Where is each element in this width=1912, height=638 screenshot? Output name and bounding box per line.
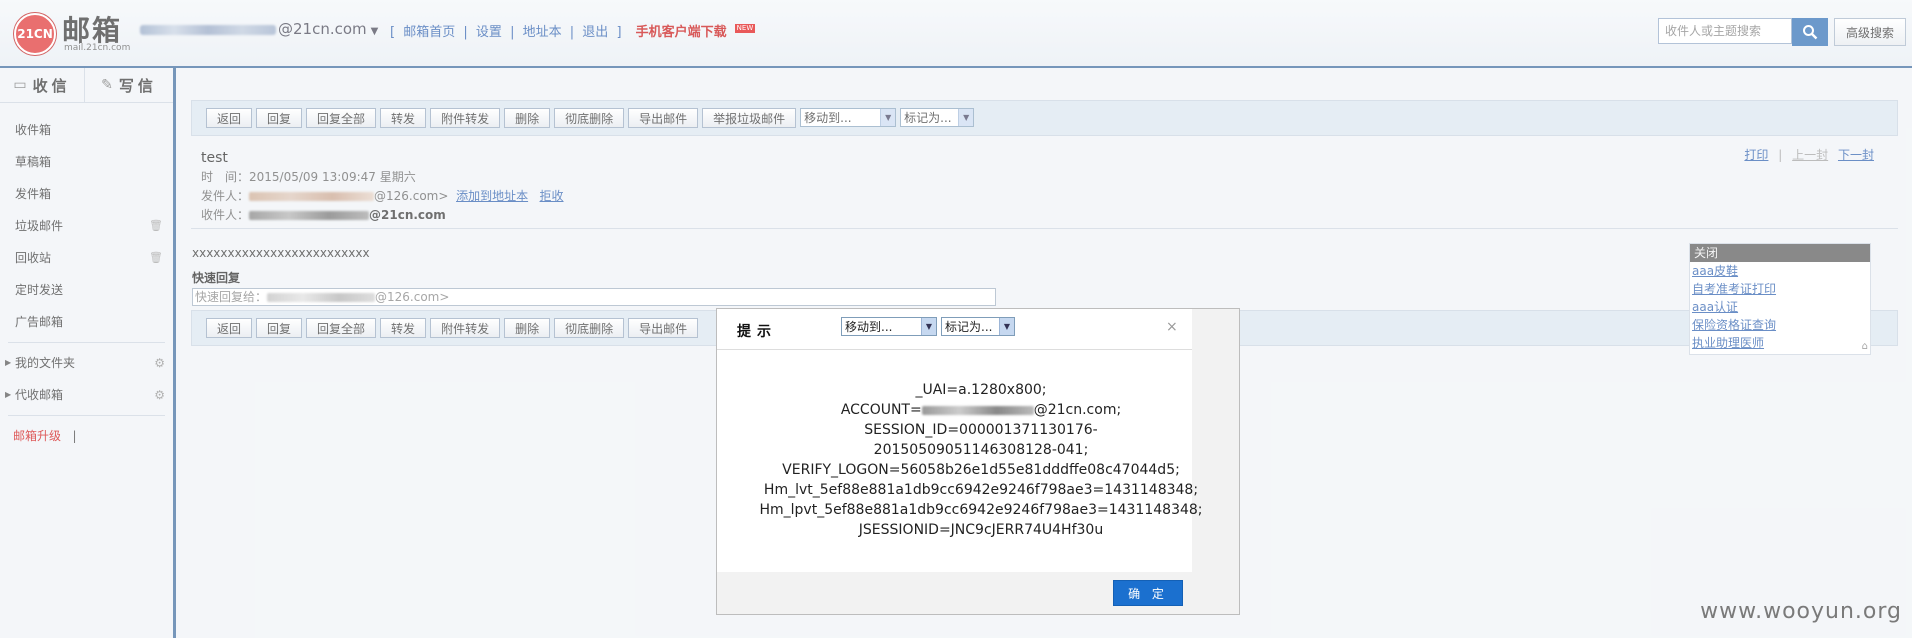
cookie-account-key: ACCOUNT=: [840, 402, 922, 418]
dialog-header-selects: 移动到... ▼ 标记为... ▼: [841, 317, 1015, 336]
cookie-line: Hm_lpvt_5ef88e881a1db9cc6942e9246f798ae3…: [759, 502, 1203, 518]
cookie-line: VERIFY_LOGON=56058b26e1d55e81dddffe08c47…: [782, 462, 1180, 478]
cookie-line: ACCOUNT= @21cn.com;: [731, 400, 1231, 420]
close-icon[interactable]: ×: [1166, 319, 1178, 335]
cookie-line: SESSION_ID=000001371130176-: [864, 422, 1098, 438]
mark-as-value: 标记为...: [945, 320, 993, 334]
dialog-body: _UAI=a.1280x800; ACCOUNT= @21cn.com; SESS…: [717, 349, 1203, 573]
cookie-line: _UAI=a.1280x800;: [915, 382, 1047, 398]
chevron-down-icon[interactable]: ▼: [921, 318, 936, 335]
watermark: www.wooyun.org: [1700, 599, 1902, 624]
blurred-account: [921, 405, 1034, 415]
chevron-down-icon[interactable]: ▼: [999, 318, 1014, 335]
cookie-line: Hm_lvt_5ef88e881a1db9cc6942e9246f798ae3=…: [763, 482, 1199, 498]
move-to-value: 移动到...: [845, 320, 893, 334]
move-to-select[interactable]: 移动到... ▼: [841, 317, 937, 336]
alert-dialog: 提示 移动到... ▼ 标记为... ▼ × _UAI=a.1280x800; AC…: [716, 308, 1240, 615]
mark-as-select[interactable]: 标记为... ▼: [941, 317, 1015, 336]
dialog-title: 提示: [737, 324, 777, 340]
dialog-footer: 确 定: [717, 572, 1192, 614]
ok-button[interactable]: 确 定: [1113, 580, 1183, 606]
cookie-account-domain: @21cn.com;: [1033, 402, 1122, 418]
cookie-line: JSESSIONID=JNC9cJERR74U4Hf30u: [858, 522, 1104, 538]
cookie-line: 2015050905114630812​8-041;: [873, 442, 1089, 458]
dialog-header: 提示 移动到... ▼ 标记为... ▼ ×: [717, 309, 1192, 349]
cookie-text: _UAI=a.1280x800; ACCOUNT= @21cn.com; SESS…: [731, 380, 1231, 540]
